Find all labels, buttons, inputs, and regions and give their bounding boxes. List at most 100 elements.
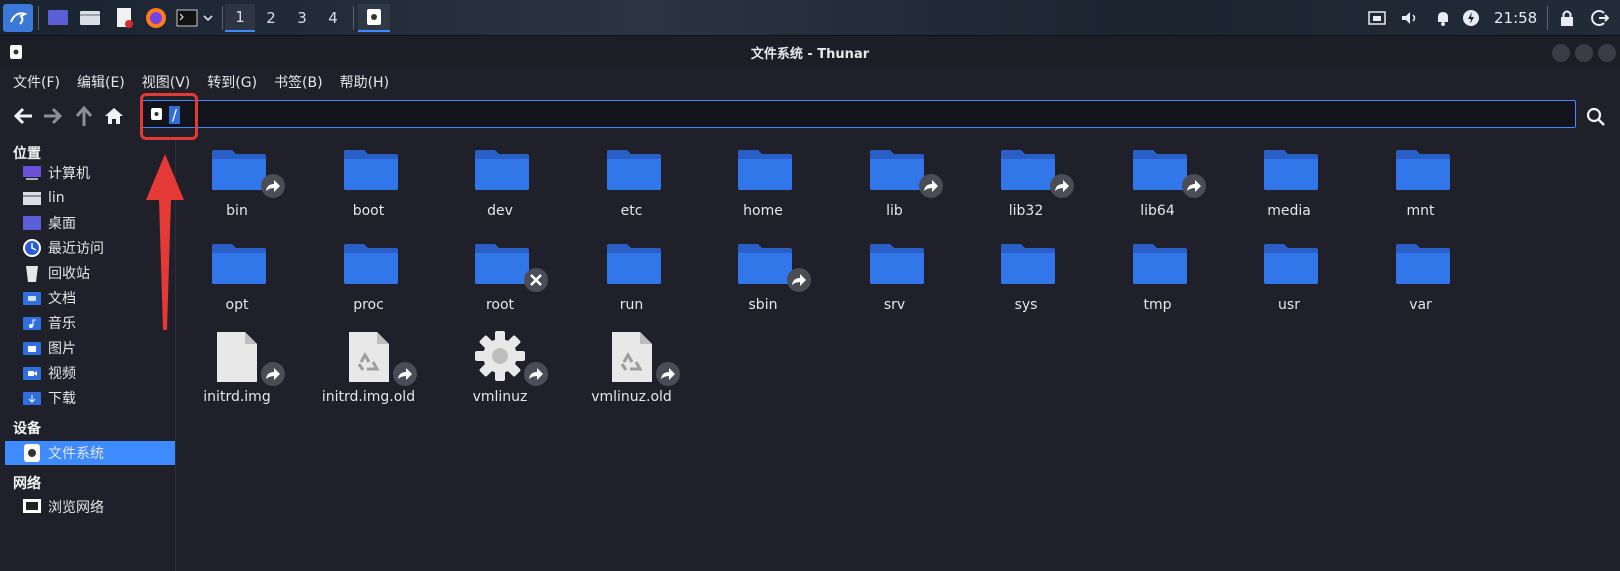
- file-item-label: bin: [226, 203, 248, 219]
- file-item-vmlinuz-old[interactable]: vmlinuz.old: [577, 326, 687, 406]
- file-item-lib64[interactable]: lib64: [1103, 142, 1213, 222]
- file-item-boot[interactable]: boot: [314, 142, 424, 222]
- sidebar-item-pictures[interactable]: 图片: [5, 336, 175, 360]
- symlink-badge-icon: [524, 362, 548, 386]
- file-item-label: sys: [1014, 297, 1038, 313]
- file-item-run[interactable]: run: [577, 236, 687, 316]
- arrow-right-icon: [44, 107, 63, 125]
- file-item-srv[interactable]: srv: [840, 236, 950, 316]
- close-button[interactable]: [1598, 44, 1616, 62]
- home-button[interactable]: [102, 104, 126, 128]
- workspace-1[interactable]: 1: [225, 4, 255, 32]
- arrow-left-icon: [13, 107, 32, 125]
- file-item-root[interactable]: root: [445, 236, 555, 316]
- recycle-file-icon: [610, 330, 654, 388]
- home-icon: [105, 108, 123, 124]
- file-item-sbin[interactable]: sbin: [708, 236, 818, 316]
- workspace-3[interactable]: 3: [287, 4, 317, 32]
- file-item-var[interactable]: var: [1366, 236, 1476, 316]
- menu-edit[interactable]: 编辑(E): [77, 72, 125, 92]
- file-item-opt[interactable]: opt: [182, 236, 292, 316]
- file-item-lib32[interactable]: lib32: [971, 142, 1081, 222]
- parent-folder-button[interactable]: [72, 104, 96, 128]
- folder-icon: [342, 148, 400, 196]
- network-status-button[interactable]: [1366, 4, 1388, 32]
- location-bar[interactable]: /: [140, 100, 1576, 128]
- file-item-sys[interactable]: sys: [971, 236, 1081, 316]
- file-item-lib[interactable]: lib: [840, 142, 950, 222]
- network-icon: [23, 499, 41, 513]
- sidebar-item-downloads[interactable]: 下载: [5, 386, 175, 410]
- kali-logo-icon: [10, 12, 28, 25]
- volume-icon: [1402, 12, 1416, 24]
- volume-button[interactable]: [1398, 4, 1422, 32]
- sidebar-item-browse-network[interactable]: 浏览网络: [5, 495, 175, 519]
- search-button[interactable]: [1584, 105, 1608, 129]
- menu-bookmarks[interactable]: 书签(B): [274, 72, 323, 92]
- file-item-label: run: [619, 297, 644, 313]
- folder-icon: [1131, 242, 1189, 290]
- maximize-button[interactable]: [1575, 44, 1593, 62]
- file-item-etc[interactable]: etc: [577, 142, 687, 222]
- file-item-label: vmlinuz: [472, 389, 528, 405]
- show-desktop-button[interactable]: [44, 4, 72, 32]
- firefox-launcher[interactable]: [142, 4, 170, 32]
- taskbar-thunar-window[interactable]: [358, 4, 390, 32]
- file-item-vmlinuz[interactable]: vmlinuz: [445, 326, 555, 406]
- title-bar[interactable]: 文件系统 - Thunar: [0, 37, 1620, 68]
- text-editor-launcher[interactable]: [110, 4, 138, 32]
- back-button[interactable]: [11, 104, 35, 128]
- file-item-label: dev: [487, 203, 513, 219]
- symlink-badge-icon: [261, 362, 285, 386]
- menu-view[interactable]: 视图(V): [142, 72, 191, 92]
- file-item-media[interactable]: media: [1234, 142, 1344, 222]
- folder-icon: [999, 148, 1057, 196]
- panel-separator: [353, 6, 354, 30]
- file-item-tmp[interactable]: tmp: [1103, 236, 1213, 316]
- file-item-label: home: [743, 203, 783, 219]
- clock[interactable]: 21:58: [1494, 9, 1537, 27]
- executable-gear-icon: [473, 329, 527, 387]
- logout-button[interactable]: [1588, 4, 1612, 32]
- folder-icon: [736, 148, 794, 196]
- file-item-initrd-img-old[interactable]: initrd.img.old: [314, 326, 424, 406]
- panel-separator: [222, 6, 223, 30]
- folder-icon: [1394, 242, 1452, 290]
- folder-icon: [605, 242, 663, 290]
- sidebar-header-network: 网络: [13, 476, 41, 492]
- power-manager-button[interactable]: [1460, 4, 1482, 32]
- file-item-proc[interactable]: proc: [314, 236, 424, 316]
- terminal-launcher[interactable]: [174, 4, 216, 32]
- kali-menu-button[interactable]: [3, 4, 33, 32]
- folder-icon: [210, 148, 268, 196]
- symlink-badge-icon: [392, 362, 417, 386]
- downloads-icon: [23, 392, 41, 405]
- lock-icon: [1561, 10, 1573, 26]
- workspace-4[interactable]: 4: [318, 4, 348, 32]
- file-item-initrd-img[interactable]: initrd.img: [182, 326, 292, 406]
- forward-button[interactable]: [41, 104, 65, 128]
- file-item-label: vmlinuz.old: [591, 389, 672, 405]
- home-folder-icon: [23, 192, 41, 205]
- menu-help[interactable]: 帮助(H): [340, 72, 389, 92]
- sidebar-item-filesystem[interactable]: 文件系统: [5, 441, 175, 465]
- menu-go[interactable]: 转到(G): [207, 72, 257, 92]
- notifications-button[interactable]: [1432, 4, 1454, 32]
- file-item-dev[interactable]: dev: [445, 142, 555, 222]
- minimize-button[interactable]: [1552, 44, 1570, 62]
- menu-file[interactable]: 文件(F): [13, 72, 60, 92]
- file-item-usr[interactable]: usr: [1234, 236, 1344, 316]
- desktop-icon: [23, 216, 41, 230]
- workspace-2[interactable]: 2: [256, 4, 286, 32]
- file-icon: [215, 330, 259, 388]
- file-item-bin[interactable]: bin: [182, 142, 292, 222]
- file-item-home[interactable]: home: [708, 142, 818, 222]
- sidebar-item-videos[interactable]: 视频: [5, 361, 175, 385]
- window-filesystem-icon: [10, 45, 22, 59]
- lock-screen-button[interactable]: [1556, 4, 1578, 32]
- file-item-label: opt: [225, 297, 249, 313]
- folder-icon: [80, 11, 100, 25]
- file-item-mnt[interactable]: mnt: [1366, 142, 1476, 222]
- file-manager-launcher[interactable]: [76, 4, 104, 32]
- file-item-label: srv: [883, 297, 906, 313]
